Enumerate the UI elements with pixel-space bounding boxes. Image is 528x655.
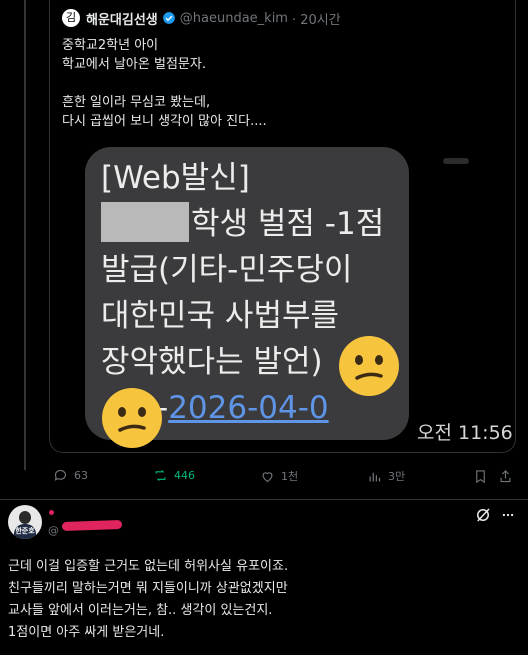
quoted-post-header: 김 해운대김선생 @haeundae_kim · 20시간 [62,8,341,28]
repost-button[interactable]: 446 [153,468,195,483]
views-icon [369,472,381,481]
redacted-handle-scribble [61,519,123,532]
quoted-author-name[interactable]: 해운대김선생 [86,9,158,28]
quoted-post-card[interactable]: 김 해운대김선생 @haeundae_kim · 20시간 중학교2학년 아이 … [49,0,516,453]
reply-author-handle[interactable]: @ [48,524,59,537]
repost-count: 446 [174,469,195,482]
reply-author-avatar[interactable]: 한준호 [8,505,42,539]
thread-line [24,0,26,470]
reply-count: 63 [74,469,88,482]
quoted-post-body: 중학교2학년 아이 학교에서 날아온 벌점문자. 흔한 일이라 무심코 봤는데,… [62,38,267,129]
post-divider [0,499,528,500]
views-button[interactable]: 3만 [367,468,405,484]
more-icon[interactable] [500,508,516,522]
quoted-post-time[interactable]: · 20시간 [292,9,341,28]
confused-face-icon [339,336,399,396]
sms-line-penalty: 학생 벌점 -1점 [101,201,401,247]
reply-icon [54,469,67,481]
sms-line-header: [Web발신] [101,160,250,196]
post-action-bar: 63 446 1천 3만 [49,468,514,486]
sms-date-link[interactable]: 2026-04-0 [168,390,328,426]
redacted-name-box [101,202,189,242]
repost-icon [155,470,166,481]
reply-button[interactable]: 63 [53,468,88,483]
avatar-name-badge: 한준호 [15,527,35,535]
sms-line-4: 대한민국 사법부를 [101,298,340,334]
reply-body: 근데 이걸 입증할 근거도 없는데 허위사실 유포이죠. 친구들끼리 말하는거면… [8,559,289,640]
share-icon[interactable] [498,469,513,484]
sms-line-3: 발급(기타-민주당이 [101,252,353,288]
bookmark-icon[interactable] [473,469,488,484]
view-count: 3만 [388,470,406,483]
grok-icon[interactable] [474,506,492,524]
confused-face-icon [102,388,162,448]
sms-timestamp: 오전 11:56 [417,422,513,444]
like-icon [262,471,273,482]
like-count: 1천 [281,470,299,483]
quoted-author-avatar[interactable]: 김 [62,9,80,27]
status-dot [49,510,54,515]
quoted-author-handle[interactable]: @haeundae_kim [180,11,288,26]
verified-badge-icon [162,12,175,24]
like-button[interactable]: 1천 [260,468,298,484]
image-placeholder-mark [443,158,469,164]
